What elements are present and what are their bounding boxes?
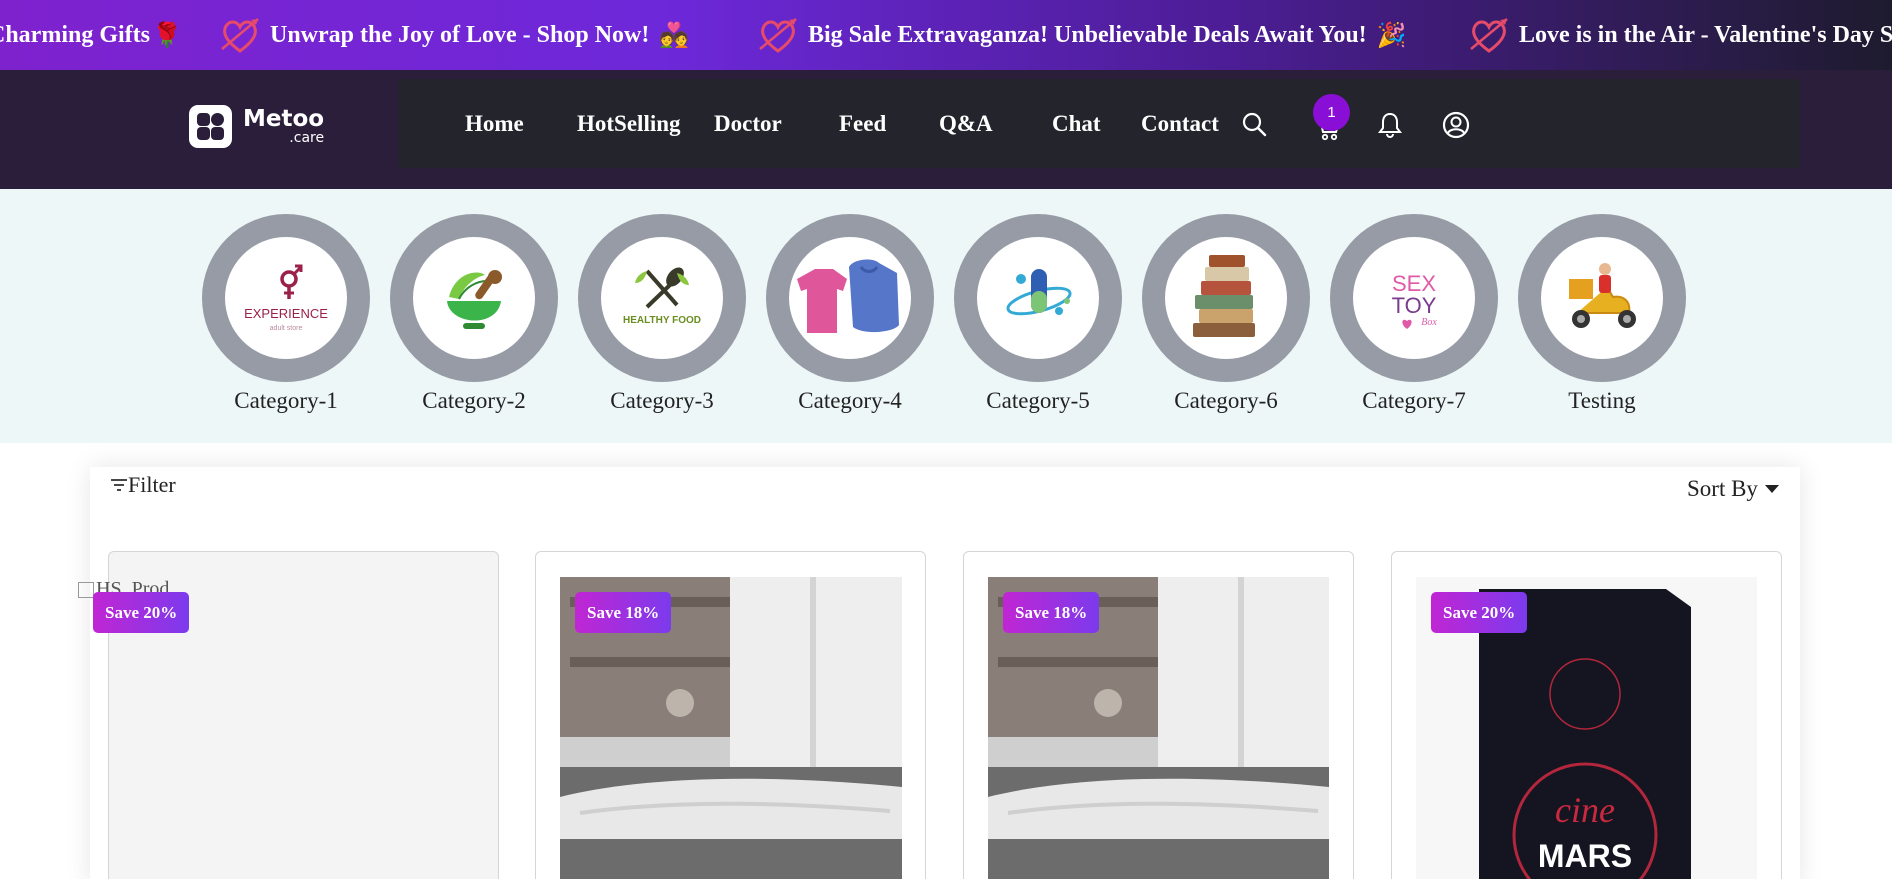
sort-dropdown[interactable]: Sort By <box>1687 476 1780 502</box>
category-label: Category-4 <box>798 388 902 413</box>
search-icon[interactable] <box>1241 111 1267 137</box>
discount-badge: Save 20% <box>93 592 190 633</box>
ticker-text: Unwrap the Joy of Love - Shop Now! <box>270 21 650 48</box>
nav-qa[interactable]: Q&A <box>939 111 993 137</box>
logo-subtext: .care <box>289 130 325 146</box>
category-image <box>789 237 911 359</box>
category-item[interactable]: Category-2 <box>390 214 558 413</box>
product-brand-text: MARS <box>1538 838 1632 874</box>
ticker-text: Charming Gifts <box>0 21 150 48</box>
promo-ticker: Charming Gifts 🌹 Unwrap the Joy of Love … <box>0 0 1892 70</box>
user-icon[interactable] <box>1442 111 1470 139</box>
discount-badge: Save 18% <box>1003 592 1100 633</box>
category-label: Category-6 <box>1174 388 1278 413</box>
bell-icon[interactable] <box>1377 111 1403 139</box>
ticker-text: Big Sale Extravaganza! Unbelievable Deal… <box>808 21 1367 48</box>
nav-home[interactable]: Home <box>465 111 524 137</box>
nav-doctor[interactable]: Doctor <box>714 111 782 137</box>
category-label: Category-3 <box>610 388 714 413</box>
category-label: Category-1 <box>234 388 338 413</box>
category-image <box>1165 237 1287 359</box>
logo-text: Metoo <box>243 106 325 132</box>
nav-hotselling[interactable]: HotSelling <box>577 111 681 137</box>
category-image: SEX TOY Box <box>1353 237 1475 359</box>
discount-badge: Save 18% <box>575 592 672 633</box>
filter-label: Filter <box>128 472 176 497</box>
category-art-text: EXPERIENCE <box>244 306 328 321</box>
nav-contact[interactable]: Contact <box>1141 111 1219 137</box>
nav-feed[interactable]: Feed <box>839 111 886 137</box>
ticker-text: Love is in the Air - Valentine's Day Sal… <box>1519 21 1892 48</box>
category-item[interactable]: HEALTHY FOOD Category-3 <box>578 214 746 413</box>
category-image <box>413 237 535 359</box>
category-image <box>977 237 1099 359</box>
category-art-subtext: Box <box>1421 317 1437 328</box>
logo-icon <box>189 105 232 148</box>
category-image: HEALTHY FOOD <box>601 237 723 359</box>
category-label: Category-2 <box>422 388 526 413</box>
category-label: Category-7 <box>1362 388 1466 413</box>
category-item[interactable]: Category-5 <box>954 214 1122 413</box>
cart-count-badge: 1 <box>1313 94 1350 131</box>
ticker-item: Big Sale Extravaganza! Unbelievable Deal… <box>756 0 1407 70</box>
sort-label: Sort By <box>1687 476 1758 501</box>
category-art-subtext: adult store <box>270 325 303 332</box>
category-item[interactable]: Category-4 <box>766 214 934 413</box>
ticker-item: Charming Gifts 🌹 <box>0 0 182 70</box>
discount-badge: Save 20% <box>1431 592 1528 633</box>
category-item[interactable]: Category-6 <box>1142 214 1310 413</box>
category-item[interactable]: EXPERIENCE adult store Category-1 <box>202 214 370 413</box>
heart-arrow-icon <box>759 18 797 53</box>
category-label: Testing <box>1568 388 1636 413</box>
category-image: EXPERIENCE adult store <box>225 237 347 359</box>
ticker-item: Unwrap the Joy of Love - Shop Now! 💑 <box>218 0 689 70</box>
category-art-text: TOY <box>1392 293 1437 318</box>
category-art-text: HEALTHY FOOD <box>623 315 701 326</box>
site-logo[interactable]: Metoo .care <box>189 105 324 148</box>
couple-emoji: 💑 <box>659 21 690 49</box>
filter-icon <box>111 479 127 491</box>
category-item[interactable]: SEX TOY Box Category-7 <box>1330 214 1498 413</box>
ticker-item: Love is in the Air - Valentine's Day Sal… <box>1467 0 1892 70</box>
nav-chat[interactable]: Chat <box>1052 111 1101 137</box>
category-image <box>1541 237 1663 359</box>
filter-button[interactable]: Filter <box>110 472 176 498</box>
category-label: Category-5 <box>986 388 1090 413</box>
category-item[interactable]: Testing <box>1518 214 1686 413</box>
caret-down-icon <box>1764 485 1779 493</box>
rose-emoji: 🌹 <box>152 21 182 49</box>
party-emoji: 🎉 <box>1376 21 1407 49</box>
heart-arrow-icon <box>221 18 259 53</box>
heart-arrow-icon <box>1470 18 1508 53</box>
product-brand-script: cine <box>1555 790 1615 830</box>
